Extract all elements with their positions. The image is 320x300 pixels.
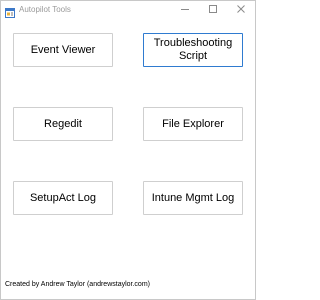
title-bar[interactable]: Autopilot Tools (1, 1, 255, 19)
regedit-button[interactable]: Regedit (13, 107, 113, 141)
app-form-icon (5, 5, 15, 18)
setupact-log-button[interactable]: SetupAct Log (13, 181, 113, 215)
form-client-area: Event Viewer Troubleshooting Script Rege… (1, 19, 255, 299)
event-viewer-button[interactable]: Event Viewer (13, 33, 113, 67)
troubleshooting-script-button[interactable]: Troubleshooting Script (143, 33, 243, 67)
maximize-button[interactable] (199, 1, 227, 19)
minimize-button[interactable] (171, 1, 199, 19)
intune-mgmt-log-button[interactable]: Intune Mgmt Log (143, 181, 243, 215)
app-window: Autopilot Tools Event Viewer Troubleshoo… (0, 0, 256, 300)
close-button[interactable] (227, 1, 255, 19)
credit-label: Created by Andrew Taylor (andrewstaylor.… (5, 281, 150, 288)
file-explorer-button[interactable]: File Explorer (143, 107, 243, 141)
close-icon (236, 1, 246, 19)
maximize-icon (208, 1, 218, 19)
window-title: Autopilot Tools (19, 5, 71, 14)
minimize-icon (180, 1, 190, 19)
